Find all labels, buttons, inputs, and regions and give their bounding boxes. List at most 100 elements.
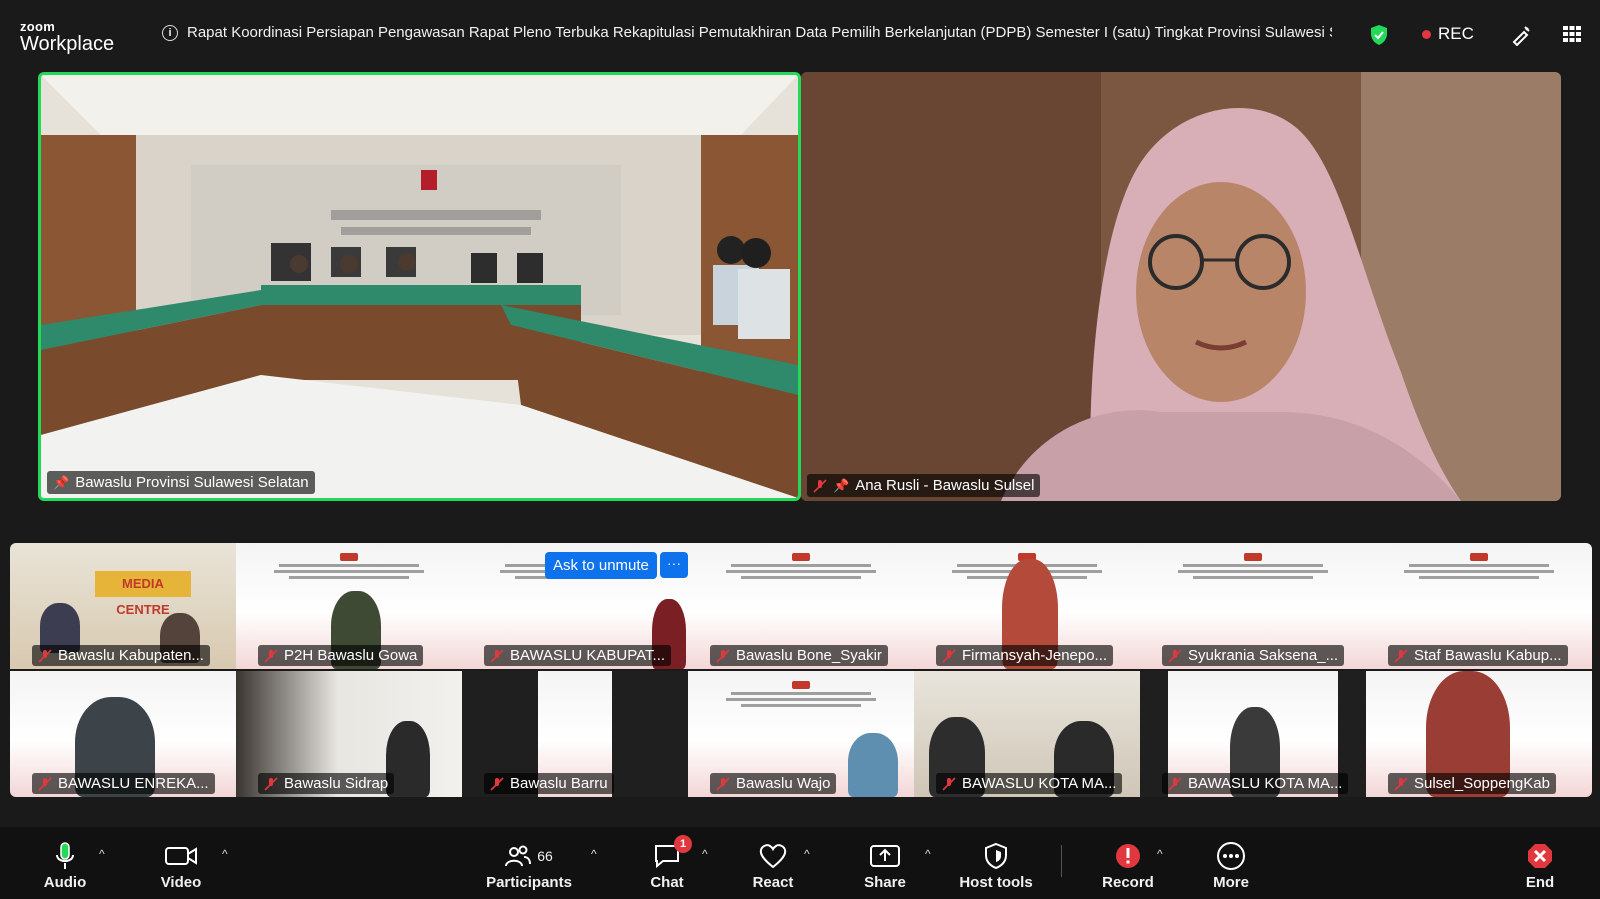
- end-meeting-button[interactable]: End: [1495, 839, 1585, 891]
- record-options-chevron-up-icon[interactable]: ^: [1157, 847, 1163, 861]
- shield-icon: [951, 839, 1041, 873]
- audio-options-chevron-up-icon[interactable]: ^: [99, 847, 105, 861]
- video-options-chevron-up-icon[interactable]: ^: [222, 847, 228, 861]
- info-icon[interactable]: i: [162, 24, 178, 41]
- gallery-tile[interactable]: P2H Bawaslu Gowa: [236, 543, 462, 669]
- mic-muted-icon: [264, 776, 278, 791]
- meeting-title[interactable]: i Rapat Koordinasi Persiapan Pengawasan …: [162, 24, 1332, 41]
- gallery-nameplate: Firmansyah-Jenepo...: [936, 645, 1114, 666]
- participants-count: 66: [537, 848, 553, 864]
- audio-label: Audio: [43, 874, 87, 891]
- mic-muted-icon: [716, 776, 730, 791]
- gallery-participant-name: P2H Bawaslu Gowa: [284, 647, 418, 664]
- gallery-tile[interactable]: Bawaslu Wajo: [688, 671, 914, 797]
- main-left-nameplate: 📌 Bawaslu Provinsi Sulawesi Selatan: [47, 471, 315, 494]
- chat-icon: [622, 839, 712, 873]
- participants-button[interactable]: 66 Participants: [484, 839, 574, 891]
- gallery-participant-name: Bawaslu Barru: [510, 775, 608, 792]
- recording-indicator[interactable]: REC: [1422, 24, 1474, 44]
- pin-icon: 📌: [53, 474, 70, 490]
- gallery-nameplate: Syukrania Saksena_...: [1162, 645, 1345, 666]
- react-label: React: [752, 874, 794, 891]
- participant-more-button[interactable]: ···: [660, 552, 688, 578]
- mic-muted-icon: [1394, 648, 1408, 663]
- mic-muted-icon: [38, 648, 52, 663]
- share-label: Share: [864, 874, 906, 891]
- share-screen-icon: [840, 839, 930, 873]
- gallery-nameplate: BAWASLU KOTA MA...: [1162, 773, 1349, 794]
- gallery-tile[interactable]: Firmansyah-Jenepo...: [914, 543, 1140, 669]
- mic-muted-icon: [1394, 776, 1408, 791]
- toolbar-divider: [1061, 845, 1062, 877]
- main-right-name: Ana Rusli - Bawaslu Sulsel: [855, 477, 1035, 494]
- main-right-nameplate: 📌 Ana Rusli - Bawaslu Sulsel: [807, 474, 1041, 497]
- react-options-chevron-up-icon[interactable]: ^: [804, 847, 810, 861]
- gallery-participant-name: Firmansyah-Jenepo...: [962, 647, 1108, 664]
- chat-button[interactable]: Chat 1: [622, 835, 712, 891]
- conference-room-video: [41, 75, 798, 498]
- participants-icon: 66: [484, 839, 574, 873]
- host-tools-label: Host tools: [959, 874, 1033, 891]
- meeting-title-text: Rapat Koordinasi Persiapan Pengawasan Ra…: [187, 24, 1332, 41]
- video-button[interactable]: Video: [136, 839, 226, 891]
- gallery-tile[interactable]: MEDIA CENTRE Bawaslu Kabupaten...: [10, 543, 236, 669]
- gallery-tile[interactable]: BAWASLU KOTA MA...: [914, 671, 1140, 797]
- mic-muted-icon: [942, 776, 956, 791]
- share-options-chevron-up-icon[interactable]: ^: [925, 847, 931, 861]
- gallery-nameplate: BAWASLU KOTA MA...: [936, 773, 1123, 794]
- gallery-tile[interactable]: Staf Bawaslu Kabup...: [1366, 543, 1592, 669]
- video-tile-main-right[interactable]: 📌 Ana Rusli - Bawaslu Sulsel: [801, 72, 1561, 501]
- mic-muted-icon: [1168, 648, 1182, 663]
- participants-options-chevron-up-icon[interactable]: ^: [591, 847, 597, 861]
- host-tools-button[interactable]: Host tools: [951, 839, 1041, 891]
- gallery-participant-name: Bawaslu Kabupaten...: [58, 647, 204, 664]
- zoom-workplace-logo: zoom Workplace: [20, 20, 114, 54]
- gallery-participant-name: Bawaslu Sidrap: [284, 775, 389, 792]
- recording-dot-icon: [1422, 29, 1431, 39]
- gallery-participant-name: Syukrania Saksena_...: [1188, 647, 1339, 664]
- more-dots-icon: [1186, 839, 1276, 873]
- gallery-participant-name: BAWASLU KOTA MA...: [1188, 775, 1343, 792]
- microphone-icon: [20, 839, 110, 873]
- gallery-nameplate: Bawaslu Sidrap: [258, 773, 395, 794]
- ask-to-unmute-button[interactable]: Ask to unmute: [545, 552, 657, 579]
- logo-zoom-text: zoom: [20, 19, 56, 34]
- gallery-tile[interactable]: Syukrania Saksena_...: [1140, 543, 1366, 669]
- gallery-tile[interactable]: Bawaslu Barru: [462, 671, 688, 797]
- more-button[interactable]: More: [1186, 839, 1276, 891]
- gallery-nameplate: Bawaslu Kabupaten...: [32, 645, 210, 666]
- gallery-strip: MEDIA CENTRE Bawaslu Kabupaten... P2H Ba…: [10, 543, 1592, 797]
- video-camera-icon: [136, 839, 226, 873]
- gallery-nameplate: Sulsel_SoppengKab: [1388, 773, 1556, 794]
- gallery-participant-name: BAWASLU ENREKA...: [58, 775, 209, 792]
- gallery-tile[interactable]: BAWASLU KOTA MA...: [1140, 671, 1366, 797]
- chat-label: Chat: [650, 874, 684, 891]
- chat-options-chevron-up-icon[interactable]: ^: [702, 847, 708, 861]
- gallery-participant-name: BAWASLU KOTA MA...: [962, 775, 1117, 792]
- gallery-tile[interactable]: Bawaslu Sidrap: [236, 671, 462, 797]
- share-button[interactable]: Share: [840, 839, 930, 891]
- view-grid-icon[interactable]: [1562, 24, 1582, 49]
- meeting-toolbar: Audio ^ Video ^ 66 Participants ^ Chat 1…: [0, 827, 1600, 899]
- annotate-icon[interactable]: [1510, 24, 1532, 51]
- mic-muted-icon: [490, 648, 504, 663]
- record-label: Record: [1102, 874, 1154, 891]
- gallery-participant-name: Sulsel_SoppengKab: [1414, 775, 1550, 792]
- main-left-name: Bawaslu Provinsi Sulawesi Selatan: [75, 474, 309, 491]
- gallery-nameplate: Bawaslu Bone_Syakir: [710, 645, 888, 666]
- gallery-tile[interactable]: BAWASLU ENREKA...: [10, 671, 236, 797]
- video-tile-main-left[interactable]: 📌 Bawaslu Provinsi Sulawesi Selatan: [38, 72, 801, 501]
- mic-muted-icon: [813, 478, 827, 493]
- top-bar: zoom Workplace i Rapat Koordinasi Persia…: [0, 0, 1600, 66]
- more-label: More: [1213, 874, 1249, 891]
- gallery-nameplate: Bawaslu Barru: [484, 773, 614, 794]
- encryption-shield-icon[interactable]: [1369, 24, 1389, 51]
- mic-muted-icon: [942, 648, 956, 663]
- media-centre-banner: MEDIA CENTRE: [95, 571, 191, 617]
- gallery-tile[interactable]: Bawaslu Bone_Syakir: [688, 543, 914, 669]
- gallery-tile[interactable]: Sulsel_SoppengKab: [1366, 671, 1592, 797]
- audio-button[interactable]: Audio: [20, 839, 110, 891]
- mic-muted-icon: [490, 776, 504, 791]
- rec-label: REC: [1438, 24, 1474, 43]
- gallery-participant-name: Bawaslu Wajo: [736, 775, 831, 792]
